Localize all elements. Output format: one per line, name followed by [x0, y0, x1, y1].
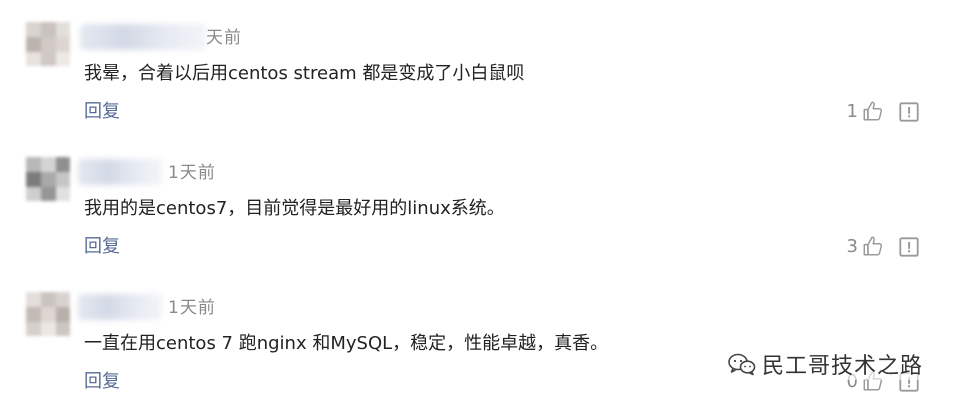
report-icon[interactable] — [898, 101, 920, 123]
reply-button[interactable]: 回复 — [84, 368, 120, 396]
watermark: 民工哥技术之路 — [728, 348, 924, 380]
comment-text: 一直在用centos 7 跑nginx 和MySQL，稳定，性能卓越，真香。 — [84, 333, 609, 354]
reply-button[interactable]: 回复 — [84, 233, 120, 261]
comment-item: 1天前 我用的是centos7，目前觉得是最好用的linux系统。 回复 3 — [0, 135, 960, 270]
blurred-username — [80, 24, 206, 50]
report-icon[interactable] — [898, 236, 920, 258]
like-count: 1 — [846, 101, 858, 122]
comment-time: 天前 — [206, 28, 242, 48]
blurred-username — [78, 159, 162, 185]
comment-text: 我晕，合着以后用centos stream 都是变成了小白鼠呗 — [84, 63, 525, 84]
reply-button[interactable]: 回复 — [84, 98, 120, 126]
like-count: 3 — [846, 236, 858, 257]
blurred-username — [78, 294, 162, 320]
comment-item: 天前 我晕，合着以后用centos stream 都是变成了小白鼠呗 回复 1 — [0, 0, 960, 135]
watermark-text: 民工哥技术之路 — [762, 354, 924, 379]
comment-text: 我用的是centos7，目前觉得是最好用的linux系统。 — [84, 198, 505, 219]
comment-list: 天前 我晕，合着以后用centos stream 都是变成了小白鼠呗 回复 1 … — [0, 0, 960, 406]
thumbs-up-icon[interactable] — [862, 100, 884, 122]
thumbs-up-icon[interactable] — [862, 235, 884, 257]
wechat-icon — [728, 353, 756, 376]
comment-time: 1天前 — [168, 298, 216, 318]
comment-time: 1天前 — [168, 163, 216, 183]
avatar[interactable] — [26, 157, 70, 201]
avatar[interactable] — [26, 292, 70, 336]
avatar[interactable] — [26, 22, 70, 66]
comment-item: 1天前 一直在用centos 7 跑nginx 和MySQL，稳定，性能卓越，真… — [0, 270, 960, 405]
